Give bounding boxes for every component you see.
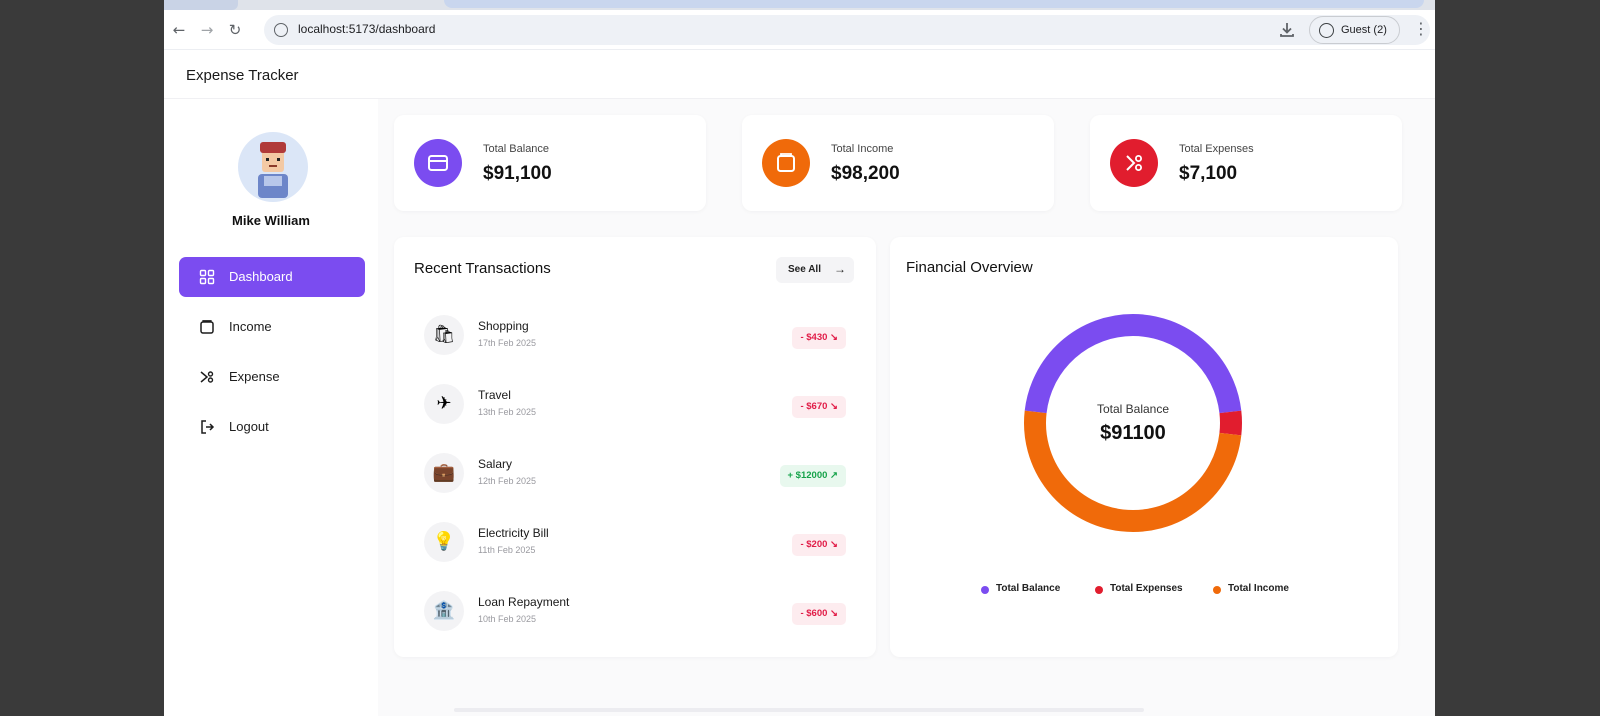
back-icon[interactable]: ← [168, 19, 190, 41]
see-all-button[interactable]: See All → [776, 257, 854, 283]
tab-strip [164, 0, 1435, 10]
guest-profile-button[interactable]: Guest (2) [1309, 16, 1400, 44]
avatar [238, 132, 308, 202]
recent-transactions-title: Recent Transactions [414, 260, 551, 277]
expense-icon [200, 371, 214, 383]
legend-dot [1213, 586, 1221, 594]
transaction-amount-badge: - $600 ↘ [792, 603, 846, 625]
forward-icon[interactable]: → [196, 19, 218, 41]
sidebar-item-logout[interactable]: Logout [179, 407, 365, 447]
transaction-date: 12th Feb 2025 [478, 476, 537, 486]
transaction-name: Salary [478, 457, 513, 471]
transaction-name: Loan Repayment [478, 595, 570, 609]
transaction-date: 13th Feb 2025 [478, 407, 537, 417]
balance-card-icon [414, 139, 462, 187]
airplane-icon: ✈ [424, 384, 464, 424]
browser-window: ← → ↻ localhost:5173/dashboard Guest (2)… [164, 0, 1435, 716]
url-text[interactable]: localhost:5173/dashboard [298, 22, 435, 36]
sidebar-item-label: Income [229, 319, 272, 334]
user-avatar-image [258, 142, 288, 198]
transaction-date: 10th Feb 2025 [478, 614, 537, 624]
main-content: Total Balance $91,100 Total Income $98,2… [378, 99, 1435, 716]
trend-down-icon: ↘ [830, 401, 838, 412]
sidebar-item-expense[interactable]: Expense [179, 357, 365, 397]
stat-card-total-income: Total Income $98,200 [742, 115, 1054, 211]
trend-up-icon: ↗ [830, 470, 838, 481]
sidebar: Mike William Dashboard Income Expense Lo… [164, 99, 378, 716]
stat-label: Total Expenses [1179, 143, 1254, 155]
transaction-amount-badge: - $200 ↘ [792, 534, 846, 556]
transaction-row[interactable]: 🛍 Shopping 17th Feb 2025 - $430 ↘ [394, 307, 874, 367]
logout-icon [201, 420, 215, 434]
transaction-date: 17th Feb 2025 [478, 338, 537, 348]
user-name: Mike William [232, 213, 310, 228]
horizontal-scrollbar[interactable] [454, 708, 1144, 712]
stat-value: $7,100 [1179, 163, 1238, 184]
legend-label: Total Balance [996, 583, 1061, 594]
wallet-icon [200, 320, 214, 334]
trend-down-icon: ↘ [830, 332, 838, 343]
legend-label: Total Expenses [1110, 583, 1183, 594]
arrow-right-icon: → [834, 262, 846, 276]
stat-card-total-expenses: Total Expenses $7,100 [1090, 115, 1402, 211]
transaction-name: Electricity Bill [478, 526, 549, 540]
dashboard-grid-icon [199, 269, 215, 285]
income-wallet-icon [762, 139, 810, 187]
guest-label: Guest (2) [1341, 24, 1387, 36]
stat-value: $91,100 [483, 163, 552, 184]
financial-overview-card: Financial Overview Total Balance $91100 … [890, 237, 1398, 657]
tab-strip-bar [444, 0, 1424, 8]
legend-dot [981, 586, 989, 594]
sidebar-item-label: Dashboard [229, 269, 293, 284]
transaction-date: 11th Feb 2025 [478, 545, 536, 555]
transaction-row[interactable]: 💡 Electricity Bill 11th Feb 2025 - $200 … [394, 514, 874, 574]
sidebar-item-dashboard[interactable]: Dashboard [179, 257, 365, 297]
donut-center-value: $91100 [1100, 422, 1166, 444]
briefcase-icon: 💼 [424, 453, 464, 493]
reload-icon[interactable]: ↻ [224, 19, 246, 41]
active-tab[interactable] [164, 0, 238, 10]
donut-slice-total-balance [1024, 314, 1242, 414]
sidebar-item-income[interactable]: Income [179, 307, 365, 347]
transaction-row[interactable]: ✈ Travel 13th Feb 2025 - $670 ↘ [394, 376, 874, 436]
sidebar-item-label: Logout [229, 419, 269, 434]
trend-down-icon: ↘ [830, 539, 838, 550]
see-all-label: See All [788, 264, 821, 275]
bank-icon: 🏦 [424, 591, 464, 631]
address-bar[interactable]: localhost:5173/dashboard [264, 15, 1430, 45]
profile-icon [1319, 23, 1334, 38]
browser-toolbar: ← → ↻ localhost:5173/dashboard Guest (2)… [164, 10, 1435, 50]
trend-down-icon: ↘ [830, 608, 838, 619]
stat-value: $98,200 [831, 163, 900, 184]
stat-label: Total Income [831, 143, 894, 155]
transaction-amount-badge: - $670 ↘ [792, 396, 846, 418]
site-info-icon[interactable] [274, 23, 288, 37]
transaction-row[interactable]: 💼 Salary 12th Feb 2025 + $12000 ↗ [394, 445, 874, 505]
stat-label: Total Balance [483, 143, 550, 155]
legend-dot [1095, 586, 1103, 594]
legend-label: Total Income [1228, 583, 1289, 594]
sidebar-item-label: Expense [229, 369, 280, 384]
transaction-name: Shopping [478, 319, 529, 333]
browser-menu-icon[interactable]: ⋮ [1413, 19, 1429, 38]
download-icon[interactable] [1276, 19, 1298, 41]
transaction-amount-badge: + $12000 ↗ [779, 465, 846, 487]
donut-center-label: Total Balance [1096, 402, 1170, 416]
expense-icon [1110, 139, 1158, 187]
financial-overview-title: Financial Overview [906, 259, 1033, 276]
stat-card-total-balance: Total Balance $91,100 [394, 115, 706, 211]
app-title: Expense Tracker [186, 67, 299, 84]
transaction-row[interactable]: 🏦 Loan Repayment 10th Feb 2025 - $600 ↘ [394, 583, 874, 643]
transaction-name: Travel [478, 388, 511, 402]
lightbulb-icon: 💡 [424, 522, 464, 562]
recent-transactions-card: Recent Transactions See All → 🛍 Shopping… [394, 237, 876, 657]
transaction-amount-badge: - $430 ↘ [792, 327, 846, 349]
shopping-bag-icon: 🛍 [424, 315, 464, 355]
